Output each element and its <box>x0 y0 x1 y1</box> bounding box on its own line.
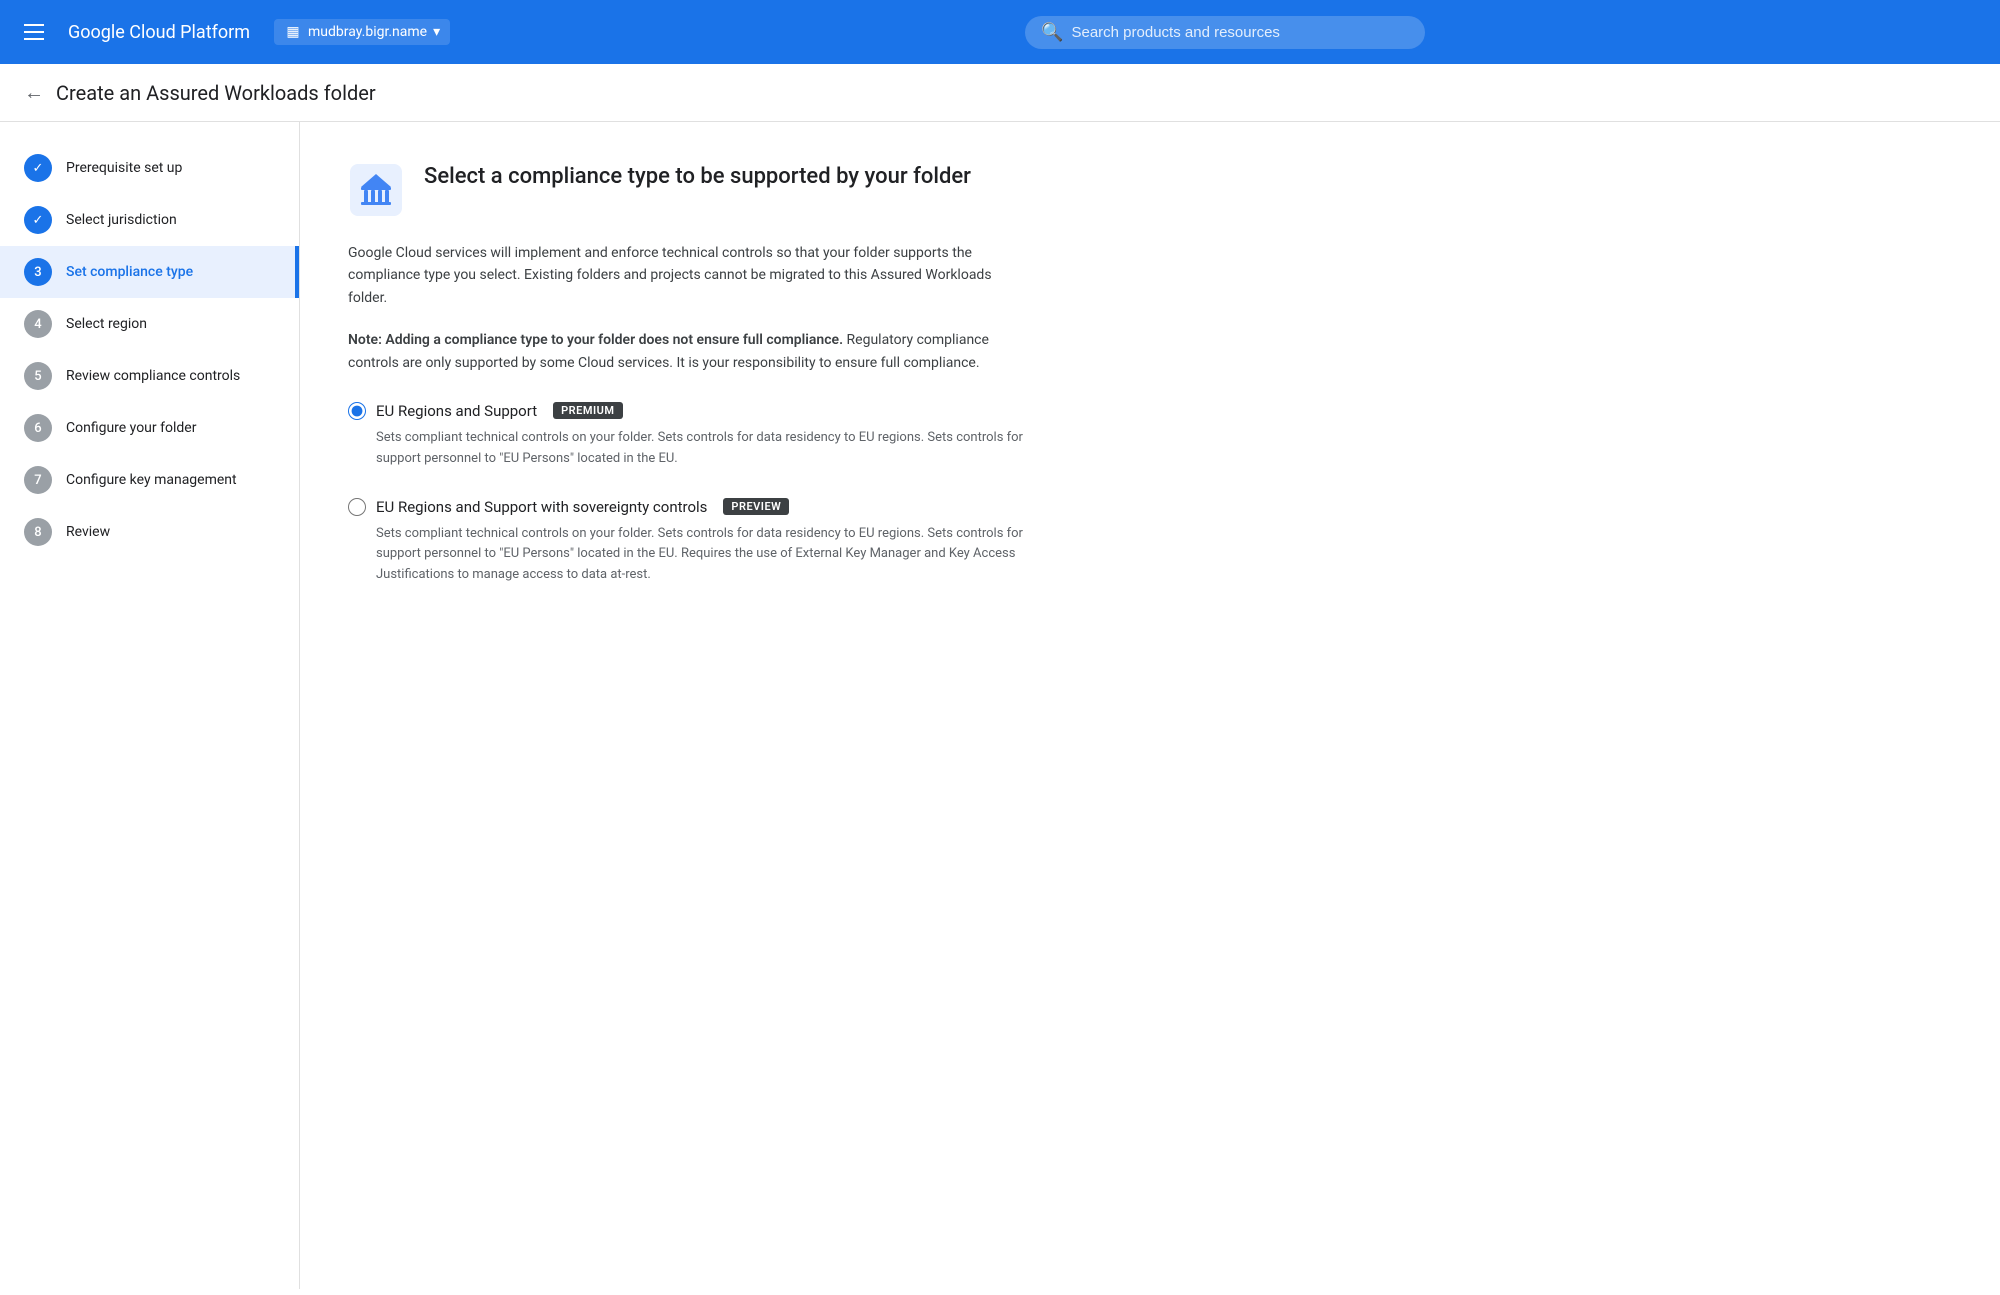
content-note: Note: Adding a compliance type to your f… <box>348 329 1028 374</box>
content-description: Google Cloud services will implement and… <box>348 242 1028 309</box>
sidebar-step-1[interactable]: ✓ Prerequisite set up <box>0 142 299 194</box>
search-area: 🔍 <box>466 16 1984 49</box>
top-navigation: Google Cloud Platform ▦ mudbray.bigr.nam… <box>0 0 2000 64</box>
sidebar-step-4[interactable]: 4 Select region <box>0 298 299 350</box>
back-button[interactable]: ← <box>24 80 44 105</box>
step-label-7: Configure key management <box>66 472 237 488</box>
step-label-6: Configure your folder <box>66 420 196 436</box>
search-icon: 🔍 <box>1041 22 1063 43</box>
step-circle-8: 8 <box>24 518 52 546</box>
step-label-3: Set compliance type <box>66 264 193 280</box>
step-circle-2: ✓ <box>24 206 52 234</box>
radio-option-2: EU Regions and Support with sovereignty … <box>348 498 1028 586</box>
radio-input-1[interactable] <box>348 402 366 420</box>
step-circle-3: 3 <box>24 258 52 286</box>
sidebar-step-2[interactable]: ✓ Select jurisdiction <box>0 194 299 246</box>
project-dropdown-icon: ▾ <box>433 24 440 40</box>
step-label-1: Prerequisite set up <box>66 160 182 176</box>
content-title: Select a compliance type to be supported… <box>424 162 971 193</box>
step-circle-7: 7 <box>24 466 52 494</box>
step-circle-5: 5 <box>24 362 52 390</box>
step-circle-1: ✓ <box>24 154 52 182</box>
badge-premium: PREMIUM <box>553 402 622 419</box>
radio-label-1[interactable]: EU Regions and Support PREMIUM <box>348 402 1028 420</box>
compliance-icon <box>348 162 404 218</box>
page-header: ← Create an Assured Workloads folder <box>0 64 2000 122</box>
compliance-options: EU Regions and Support PREMIUM Sets compli… <box>348 402 1952 586</box>
step-label-4: Select region <box>66 316 147 332</box>
search-input[interactable] <box>1071 24 1409 41</box>
sidebar-step-7[interactable]: 7 Configure key management <box>0 454 299 506</box>
page-title: Create an Assured Workloads folder <box>56 81 376 105</box>
content-area: Select a compliance type to be supported… <box>300 122 2000 1289</box>
project-name: mudbray.bigr.name <box>308 24 427 40</box>
radio-desc-1: Sets compliant technical controls on you… <box>348 428 1028 470</box>
search-box[interactable]: 🔍 <box>1025 16 1425 49</box>
sidebar-step-8[interactable]: 8 Review <box>0 506 299 558</box>
radio-text-2: EU Regions and Support with sovereignty … <box>376 498 707 516</box>
note-bold: Note: Adding a compliance type to your f… <box>348 332 843 348</box>
step-label-2: Select jurisdiction <box>66 212 177 228</box>
radio-option-1: EU Regions and Support PREMIUM Sets compli… <box>348 402 1028 470</box>
project-icon: ▦ <box>284 23 302 41</box>
sidebar: ✓ Prerequisite set up ✓ Select jurisdiction… <box>0 122 300 1289</box>
sidebar-step-5[interactable]: 5 Review compliance controls <box>0 350 299 402</box>
radio-desc-2: Sets compliant technical controls on you… <box>348 524 1028 586</box>
radio-input-2[interactable] <box>348 498 366 516</box>
step-label-8: Review <box>66 524 110 540</box>
radio-text-1: EU Regions and Support <box>376 402 537 420</box>
app-logo: Google Cloud Platform <box>68 22 250 43</box>
project-selector[interactable]: ▦ mudbray.bigr.name ▾ <box>274 19 450 45</box>
main-layout: ✓ Prerequisite set up ✓ Select jurisdiction… <box>0 122 2000 1289</box>
badge-preview: PREVIEW <box>723 498 789 515</box>
step-circle-6: 6 <box>24 414 52 442</box>
radio-label-2[interactable]: EU Regions and Support with sovereignty … <box>348 498 1028 516</box>
content-header: Select a compliance type to be supported… <box>348 162 1952 218</box>
sidebar-step-3[interactable]: 3 Set compliance type <box>0 246 299 298</box>
step-label-5: Review compliance controls <box>66 368 240 384</box>
sidebar-step-6[interactable]: 6 Configure your folder <box>0 402 299 454</box>
step-circle-4: 4 <box>24 310 52 338</box>
hamburger-menu[interactable] <box>16 16 52 48</box>
